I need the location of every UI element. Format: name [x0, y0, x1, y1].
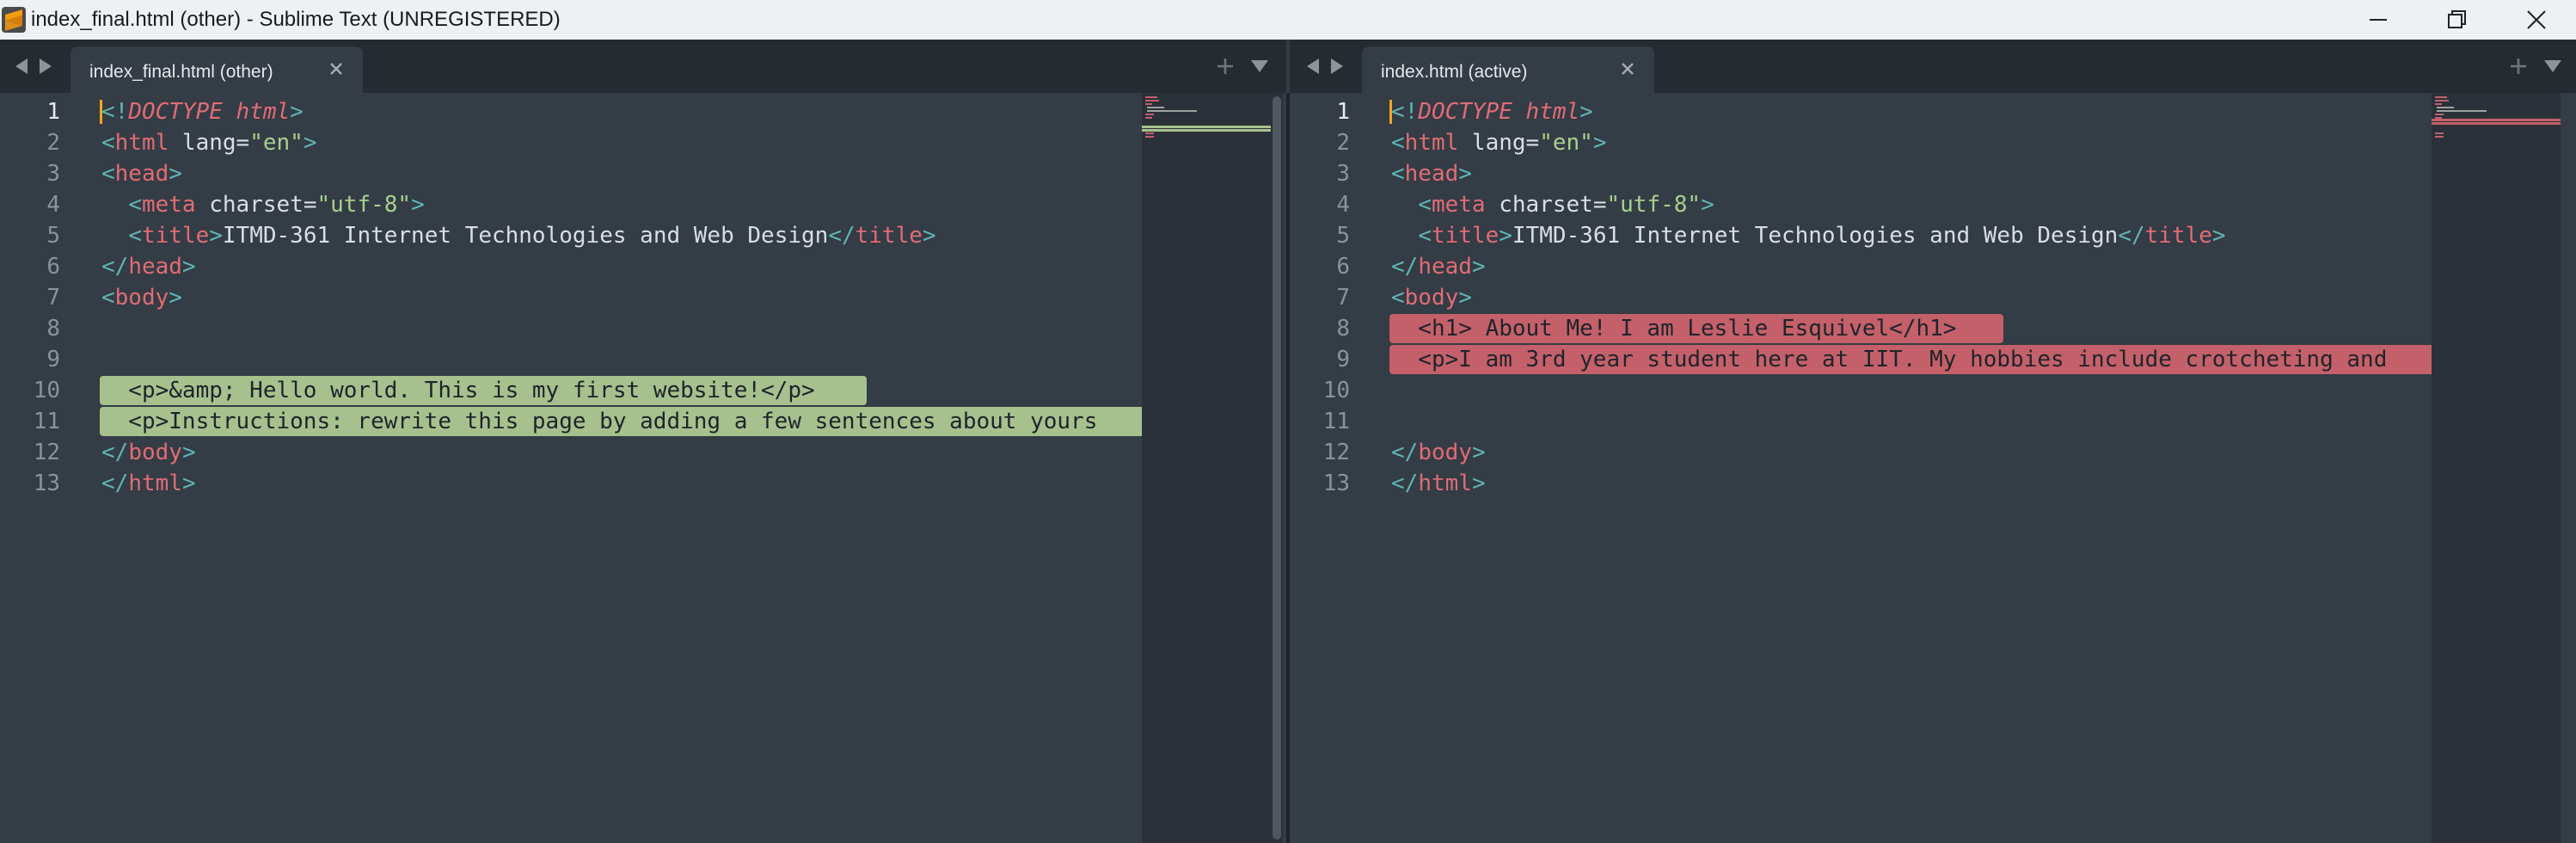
code-text: <head> — [101, 161, 182, 187]
scrollbar-thumb[interactable] — [1273, 96, 1281, 840]
code-text: <html lang="en"> — [1391, 130, 1607, 156]
line-number: 8 — [46, 316, 60, 342]
code-text: <html lang="en"> — [101, 130, 317, 156]
line-number: 9 — [1336, 347, 1350, 372]
code-text: <p>Instructions: rewrite this page by ad… — [101, 409, 1098, 434]
code-text: <title>ITMD-361 Internet Technologies an… — [1418, 223, 2226, 249]
minimize-button[interactable] — [2339, 0, 2418, 40]
line-number: 1 — [1336, 99, 1350, 125]
line-number: 12 — [33, 440, 60, 465]
triangle-right-icon[interactable] — [1329, 57, 1345, 76]
line-number: 10 — [1322, 378, 1350, 403]
window-title: index_final.html (other) - Sublime Text … — [31, 8, 561, 31]
minimap-preview — [2432, 96, 2561, 138]
minimap-preview — [1142, 96, 1271, 138]
line-number: 5 — [46, 223, 60, 249]
left-code-area[interactable]: 1 <!DOCTYPE html> 2 <html lang="en"> 3 <head>… — [0, 93, 1286, 843]
plus-icon[interactable] — [1216, 57, 1235, 76]
line-number: 4 — [46, 192, 60, 218]
line-number: 3 — [46, 161, 60, 187]
triangle-down-icon[interactable] — [2543, 58, 2562, 74]
code-text: <body> — [1391, 285, 1472, 311]
left-tab-bar: index_final.html (other) — [0, 40, 1286, 93]
code-text: <!DOCTYPE html> — [1391, 99, 1593, 125]
close-icon[interactable] — [327, 59, 346, 78]
code-text: </html> — [1391, 471, 1486, 496]
line-number: 7 — [46, 285, 60, 311]
triangle-left-icon[interactable] — [1305, 57, 1321, 76]
close-window-button[interactable] — [2497, 0, 2576, 40]
tab-index[interactable]: index.html (active) — [1362, 46, 1654, 93]
line-number: 4 — [1336, 192, 1350, 218]
line-number: 6 — [46, 254, 60, 280]
line-number: 3 — [1336, 161, 1350, 187]
left-minimap[interactable] — [1142, 93, 1271, 843]
code-text: <meta charset="utf-8"> — [1418, 192, 1714, 218]
code-text: </body> — [101, 440, 196, 465]
triangle-left-icon[interactable] — [14, 57, 29, 76]
right-minimap[interactable] — [2432, 93, 2561, 843]
line-number: 11 — [33, 409, 60, 434]
line-number: 2 — [46, 130, 60, 156]
right-tab-bar: index.html (active) — [1290, 40, 2576, 93]
code-text: <!DOCTYPE html> — [101, 99, 304, 125]
code-text: </html> — [101, 471, 196, 496]
code-text: <head> — [1391, 161, 1472, 187]
tab-label: index_final.html (other) — [89, 62, 273, 82]
line-number: 2 — [1336, 130, 1350, 156]
line-number: 13 — [33, 471, 60, 496]
code-text: </head> — [101, 254, 196, 280]
triangle-down-icon[interactable] — [1250, 58, 1269, 74]
code-text: </body> — [1391, 440, 1486, 465]
line-number: 8 — [1336, 316, 1350, 342]
line-number: 6 — [1336, 254, 1350, 280]
code-text: <title>ITMD-361 Internet Technologies an… — [128, 223, 936, 249]
plus-icon[interactable] — [2509, 57, 2528, 76]
code-text: </head> — [1391, 254, 1486, 280]
code-text: <meta charset="utf-8"> — [128, 192, 425, 218]
line-number: 1 — [46, 99, 60, 125]
line-number: 12 — [1322, 440, 1350, 465]
line-number: 9 — [46, 347, 60, 372]
line-number: 13 — [1322, 471, 1350, 496]
line-number: 10 — [33, 378, 60, 403]
code-text: <p>&amp; Hello world. This is my first w… — [101, 378, 815, 403]
tab-index-final[interactable]: index_final.html (other) — [71, 46, 363, 93]
right-code-area[interactable]: 1 <!DOCTYPE html> 2 <html lang="en"> 3 <head>… — [1290, 93, 2576, 843]
text-cursor — [1389, 100, 1392, 124]
line-number: 7 — [1336, 285, 1350, 311]
tab-label: index.html (active) — [1381, 62, 1528, 82]
code-text: <p>I am 3rd year student here at IIT. My… — [1391, 347, 2388, 372]
close-icon[interactable] — [1618, 59, 1637, 78]
right-editor-pane: index.html (active) 1 <!DOCTYPE html> 2 <ht… — [1290, 40, 2576, 843]
restore-icon — [2448, 10, 2466, 28]
minimize-icon — [2370, 19, 2387, 21]
text-cursor — [100, 100, 102, 124]
line-number: 11 — [1322, 409, 1350, 434]
restore-button[interactable] — [2418, 0, 2497, 40]
left-editor-pane: index_final.html (other) 1 <!DOCTYPE html… — [0, 40, 1286, 843]
triangle-right-icon[interactable] — [38, 57, 53, 76]
left-scrollbar[interactable] — [1271, 93, 1283, 843]
sublime-text-logo-icon — [2, 7, 26, 33]
code-text: <h1> About Me! I am Leslie Esquivel</h1> — [1391, 316, 1957, 342]
close-icon — [2527, 10, 2546, 29]
line-number: 5 — [1336, 223, 1350, 249]
title-bar: index_final.html (other) - Sublime Text … — [0, 0, 2576, 40]
code-text: <body> — [101, 285, 182, 311]
